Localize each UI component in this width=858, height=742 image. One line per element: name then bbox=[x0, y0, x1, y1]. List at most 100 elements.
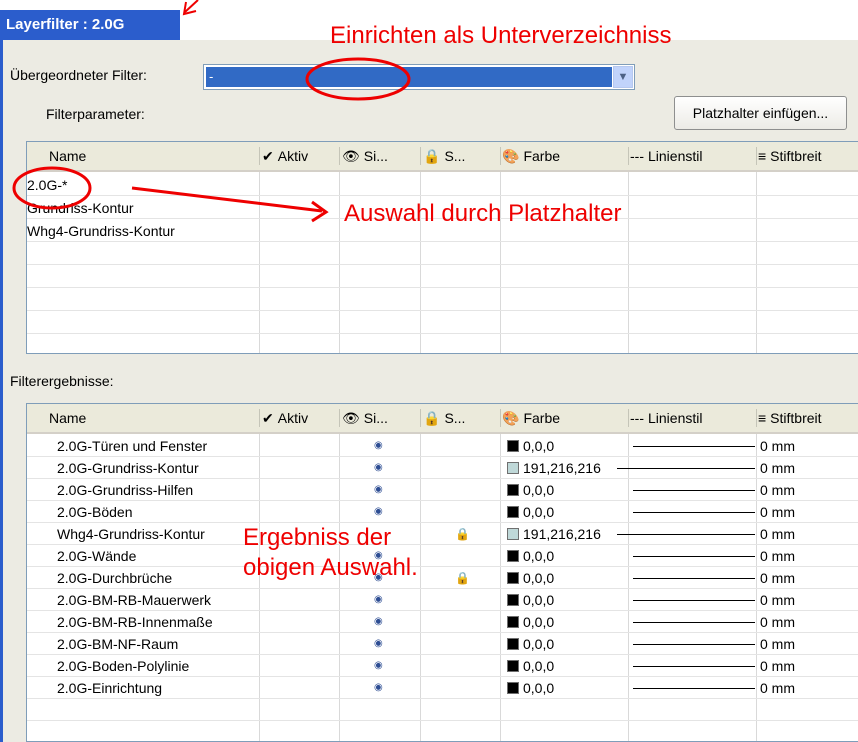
table-row[interactable]: 2.0G-Boden-Polylinie ◉ 0,0,0 0 mm bbox=[27, 655, 858, 677]
pen-width: 0 mm bbox=[760, 658, 795, 674]
linestyle-stroke[interactable] bbox=[617, 468, 755, 469]
chevron-down-icon[interactable]: ▼ bbox=[613, 66, 633, 88]
table-row[interactable]: 2.0G-Böden ◉ 0,0,0 0 mm bbox=[27, 501, 858, 523]
table-row[interactable]: 2.0G-BM-NF-Raum ◉ 0,0,0 0 mm bbox=[27, 633, 858, 655]
params-col-linienstil[interactable]: --- Linienstil bbox=[630, 142, 702, 170]
layer-name: 2.0G-Grundriss-Hilfen bbox=[57, 482, 194, 498]
color-cell[interactable]: 191,216,216 bbox=[507, 523, 601, 545]
color-cell[interactable]: 0,0,0 bbox=[507, 677, 554, 699]
linestyle-stroke[interactable] bbox=[633, 512, 755, 513]
color-swatch bbox=[507, 682, 519, 695]
params-col-sperre[interactable]: 🔒 S... bbox=[423, 142, 465, 170]
header-divider[interactable] bbox=[420, 409, 421, 427]
linestyle-stroke[interactable] bbox=[633, 490, 755, 491]
results-col-stiftbreite[interactable]: ≡ Stiftbreit bbox=[758, 404, 822, 432]
color-value: 0,0,0 bbox=[523, 438, 555, 454]
eye-icon[interactable]: ◉ bbox=[374, 633, 383, 655]
table-row[interactable]: Whg4-Grundriss-Kontur 🔒 191,216,216 0 mm bbox=[27, 523, 858, 545]
pen-width: 0 mm bbox=[760, 526, 795, 542]
results-col-name[interactable]: Name bbox=[49, 404, 86, 432]
params-col-aktiv[interactable]: ✔ Aktiv bbox=[262, 142, 308, 170]
header-divider[interactable] bbox=[500, 147, 501, 165]
header-divider[interactable] bbox=[259, 147, 260, 165]
color-cell[interactable]: 191,216,216 bbox=[507, 457, 601, 479]
table-row[interactable]: 2.0G-Einrichtung ◉ 0,0,0 0 mm bbox=[27, 677, 858, 699]
parent-filter-label: Übergeordneter Filter: bbox=[10, 67, 147, 83]
color-cell[interactable]: 0,0,0 bbox=[507, 501, 554, 523]
header-divider[interactable] bbox=[500, 409, 501, 427]
linestyle-stroke[interactable] bbox=[617, 534, 755, 535]
results-col-label: Name bbox=[49, 410, 87, 426]
lock-icon[interactable]: 🔒 bbox=[455, 523, 470, 545]
color-cell[interactable]: 0,0,0 bbox=[507, 567, 554, 589]
lock-icon[interactable]: 🔒 bbox=[455, 567, 470, 589]
eye-icon[interactable]: ◉ bbox=[374, 589, 383, 611]
color-cell[interactable]: 0,0,0 bbox=[507, 545, 554, 567]
eye-icon[interactable]: ◉ bbox=[374, 611, 383, 633]
linestyle-stroke[interactable] bbox=[633, 556, 755, 557]
color-cell[interactable]: 0,0,0 bbox=[507, 479, 554, 501]
pen-width: 0 mm bbox=[760, 460, 795, 476]
eye-icon[interactable]: ◉ bbox=[374, 677, 383, 699]
params-col-farbe[interactable]: 🎨 Farbe bbox=[502, 142, 560, 170]
eye-icon[interactable]: ◉ bbox=[374, 501, 383, 523]
eye-icon[interactable]: ◉ bbox=[374, 655, 383, 677]
results-col-aktiv[interactable]: ✔ Aktiv bbox=[262, 404, 308, 432]
header-divider[interactable] bbox=[339, 147, 340, 165]
insert-placeholder-button[interactable]: Platzhalter einfügen... bbox=[674, 96, 847, 130]
params-col-sichtbar[interactable]: 👁 Si... bbox=[342, 142, 388, 170]
header-divider[interactable] bbox=[420, 147, 421, 165]
color-cell[interactable]: 0,0,0 bbox=[507, 655, 554, 677]
table-row[interactable]: 2.0G-Grundriss-Hilfen ◉ 0,0,0 0 mm bbox=[27, 479, 858, 501]
table-row[interactable]: 2.0G-Grundriss-Kontur ◉ 191,216,216 0 mm bbox=[27, 457, 858, 479]
parent-filter-dropdown[interactable]: - ▼ bbox=[203, 64, 635, 90]
color-cell[interactable]: 0,0,0 bbox=[507, 435, 554, 457]
eye-icon[interactable]: ◉ bbox=[374, 457, 383, 479]
params-col-name[interactable]: Name bbox=[49, 142, 86, 170]
grid-row-line bbox=[27, 333, 858, 334]
grid-row-line bbox=[27, 720, 858, 721]
results-col-sichtbar[interactable]: 👁 Si... bbox=[342, 404, 388, 432]
header-divider[interactable] bbox=[628, 409, 629, 427]
linestyle-stroke[interactable] bbox=[633, 666, 755, 667]
eye-icon[interactable]: ◉ bbox=[374, 479, 383, 501]
filter-results-list[interactable]: Name ✔ Aktiv 👁 Si... 🔒 S... 🎨 Farbe --- Linienstil… bbox=[26, 403, 858, 742]
header-divider[interactable] bbox=[756, 409, 757, 427]
table-row[interactable]: 2.0G-BM-RB-Innenmaße ◉ 0,0,0 0 mm bbox=[27, 611, 858, 633]
color-cell[interactable]: 0,0,0 bbox=[507, 633, 554, 655]
results-col-sperre[interactable]: 🔒 S... bbox=[423, 404, 465, 432]
results-col-farbe[interactable]: 🎨 Farbe bbox=[502, 404, 560, 432]
table-row[interactable]: 2.0G-Türen und Fenster ◉ 0,0,0 0 mm bbox=[27, 435, 858, 457]
color-value: 0,0,0 bbox=[523, 658, 555, 674]
header-divider[interactable] bbox=[339, 409, 340, 427]
params-col-label: Name bbox=[49, 148, 87, 164]
title-arrow-head bbox=[182, 1, 197, 16]
linestyle-stroke[interactable] bbox=[633, 688, 755, 689]
results-list-header: Name ✔ Aktiv 👁 Si... 🔒 S... 🎨 Farbe --- Linienstil… bbox=[27, 404, 858, 434]
color-swatch bbox=[507, 660, 519, 673]
table-row[interactable]: 2.0G-Wände ◉ 0,0,0 0 mm bbox=[27, 545, 858, 567]
table-row[interactable]: 2.0G-Durchbrüche ◉ 🔒 0,0,0 0 mm bbox=[27, 567, 858, 589]
layer-name: 2.0G-Wände bbox=[57, 548, 137, 564]
linestyle-stroke[interactable] bbox=[633, 644, 755, 645]
eye-icon[interactable]: ◉ bbox=[374, 435, 383, 457]
table-row[interactable]: 2.0G-BM-RB-Mauerwerk ◉ 0,0,0 0 mm bbox=[27, 589, 858, 611]
linestyle-stroke[interactable] bbox=[633, 578, 755, 579]
results-col-label: Linienstil bbox=[648, 410, 703, 426]
pen-width: 0 mm bbox=[760, 504, 795, 520]
color-cell[interactable]: 0,0,0 bbox=[507, 611, 554, 633]
results-col-linienstil[interactable]: --- Linienstil bbox=[630, 404, 702, 432]
table-row[interactable]: 2.0G-* bbox=[27, 174, 858, 196]
params-col-stiftbreite[interactable]: ≡ Stiftbreit bbox=[758, 142, 822, 170]
header-divider[interactable] bbox=[259, 409, 260, 427]
color-cell[interactable]: 0,0,0 bbox=[507, 589, 554, 611]
header-divider[interactable] bbox=[756, 147, 757, 165]
linestyle-stroke[interactable] bbox=[633, 446, 755, 447]
filter-params-list[interactable]: Name ✔ Aktiv 👁 Si... 🔒 S... 🎨 Farbe --- Linienstil… bbox=[26, 141, 858, 354]
linestyle-stroke[interactable] bbox=[633, 622, 755, 623]
layer-name: 2.0G-BM-NF-Raum bbox=[57, 636, 179, 652]
header-divider[interactable] bbox=[628, 147, 629, 165]
color-value: 0,0,0 bbox=[523, 504, 555, 520]
params-col-label: Farbe bbox=[523, 148, 561, 164]
linestyle-stroke[interactable] bbox=[633, 600, 755, 601]
